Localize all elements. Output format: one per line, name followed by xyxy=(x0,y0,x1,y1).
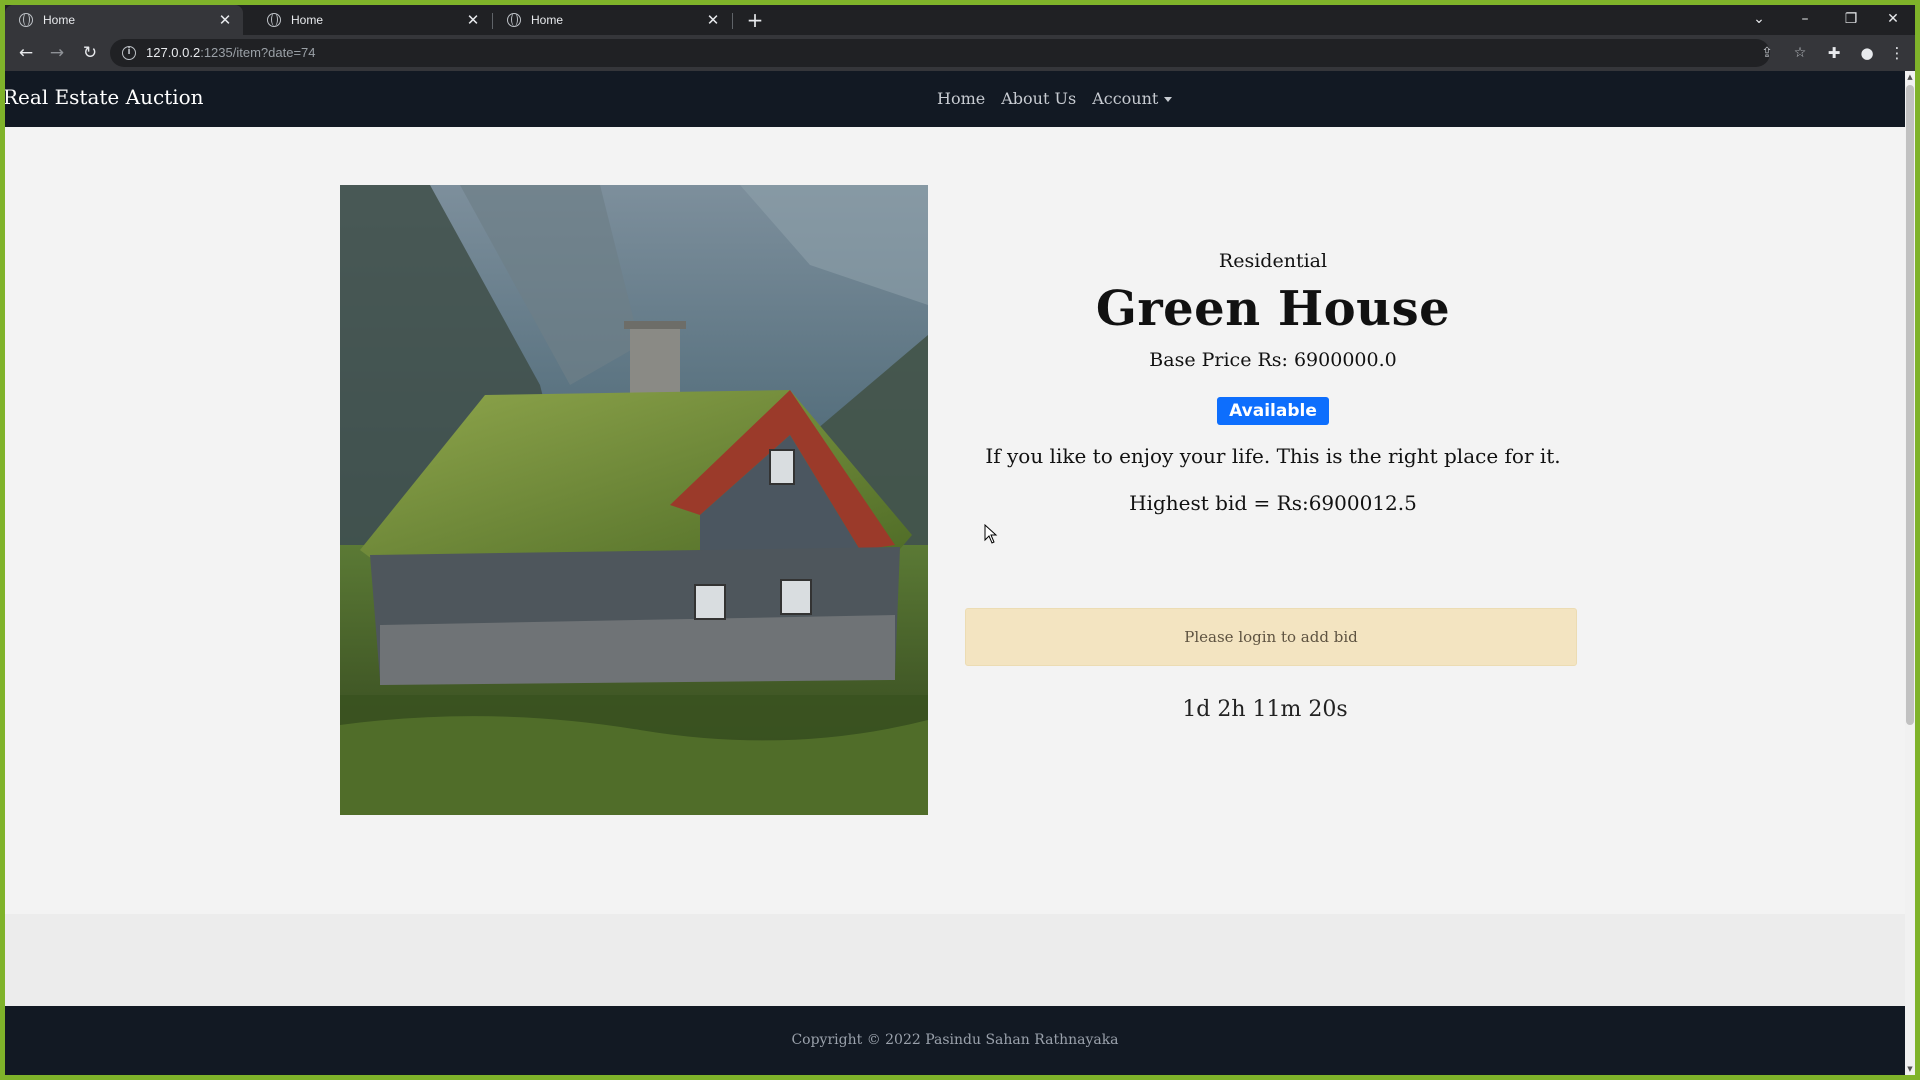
house-photo xyxy=(340,185,928,815)
tab-title: Home xyxy=(291,13,324,27)
browser-tab-1[interactable]: Home ✕ xyxy=(5,5,243,35)
tab-close-icon[interactable]: ✕ xyxy=(705,11,721,29)
share-icon[interactable]: ⇪ xyxy=(1756,42,1778,64)
tab-separator xyxy=(732,13,733,29)
site-brand[interactable]: Real Estate Auction xyxy=(5,85,204,109)
nav-about-link[interactable]: About Us xyxy=(1001,89,1076,108)
browser-toolbar: ← → ↻ i 127.0.0.2:1235/item?date=74 ⇪ ☆ … xyxy=(5,35,1915,71)
mouse-cursor-icon xyxy=(984,524,998,544)
tab-title: Home xyxy=(43,13,76,27)
reload-icon[interactable]: ↻ xyxy=(78,41,102,65)
item-description: If you like to enjoy your life. This is … xyxy=(985,444,1561,468)
page-scrollbar[interactable]: ▲ ▼ xyxy=(1905,71,1915,1075)
back-icon[interactable]: ← xyxy=(14,41,38,65)
new-tab-button[interactable]: + xyxy=(743,8,767,32)
nav-account-dropdown[interactable]: Account xyxy=(1092,89,1173,108)
scroll-up-icon[interactable]: ▲ xyxy=(1905,73,1915,81)
status-badge-wrap: Available xyxy=(965,397,1581,425)
browser-menu-icon[interactable]: ⋮ xyxy=(1885,41,1909,65)
globe-icon xyxy=(267,13,281,27)
profile-icon[interactable]: ● xyxy=(1855,41,1879,65)
base-price: Base Price Rs: 6900000.0 xyxy=(1149,349,1397,371)
site-footer: Copyright © 2022 Pasindu Sahan Rathnayak… xyxy=(5,1006,1905,1075)
tab-close-icon[interactable]: ✕ xyxy=(217,11,233,29)
status-badge: Available xyxy=(1217,397,1329,425)
browser-tabstrip: Home ✕ Home ✕ Home ✕ + ⌄ – ❐ ✕ xyxy=(5,5,1915,35)
nav-links: Home About Us Account xyxy=(937,89,1173,108)
web-page: Real Estate Auction Home About Us Accoun… xyxy=(5,71,1905,1075)
globe-icon xyxy=(19,13,33,27)
bookmark-star-icon[interactable]: ☆ xyxy=(1789,42,1811,64)
address-bar[interactable]: i 127.0.0.2:1235/item?date=74 ⇪ ☆ xyxy=(110,39,1806,67)
caret-down-icon xyxy=(1164,97,1173,102)
url-text: 127.0.0.2:1235/item?date=74 xyxy=(146,45,316,60)
footer-spacer xyxy=(5,914,1905,1006)
highest-bid: Highest bid = Rs:6900012.5 xyxy=(1129,491,1417,515)
nav-home-link[interactable]: Home xyxy=(937,89,985,108)
scroll-down-icon[interactable]: ▼ xyxy=(1905,1065,1915,1073)
window-close-button[interactable]: ✕ xyxy=(1871,5,1915,35)
extensions-icon[interactable]: ✚ xyxy=(1822,41,1846,65)
item-title: Green House xyxy=(1095,281,1451,337)
tab-close-icon[interactable]: ✕ xyxy=(465,11,481,29)
tab-search-icon[interactable]: ⌄ xyxy=(1737,5,1781,35)
minimize-button[interactable]: – xyxy=(1783,5,1827,35)
globe-icon xyxy=(507,13,521,27)
browser-tab-2[interactable]: Home ✕ xyxy=(253,5,491,35)
tab-title: Home xyxy=(531,13,564,27)
scrollbar-thumb[interactable] xyxy=(1906,85,1914,725)
item-category: Residential xyxy=(1218,250,1328,272)
forward-icon[interactable]: → xyxy=(45,41,69,65)
site-navbar: Real Estate Auction Home About Us Accoun… xyxy=(5,71,1905,127)
browser-tab-3[interactable]: Home ✕ xyxy=(493,5,731,35)
restore-button[interactable]: ❐ xyxy=(1829,5,1873,35)
site-info-icon[interactable]: i xyxy=(122,46,136,60)
auction-countdown: 1d 2h 11m 20s xyxy=(1182,697,1348,722)
login-notice: Please login to add bid xyxy=(965,608,1577,666)
